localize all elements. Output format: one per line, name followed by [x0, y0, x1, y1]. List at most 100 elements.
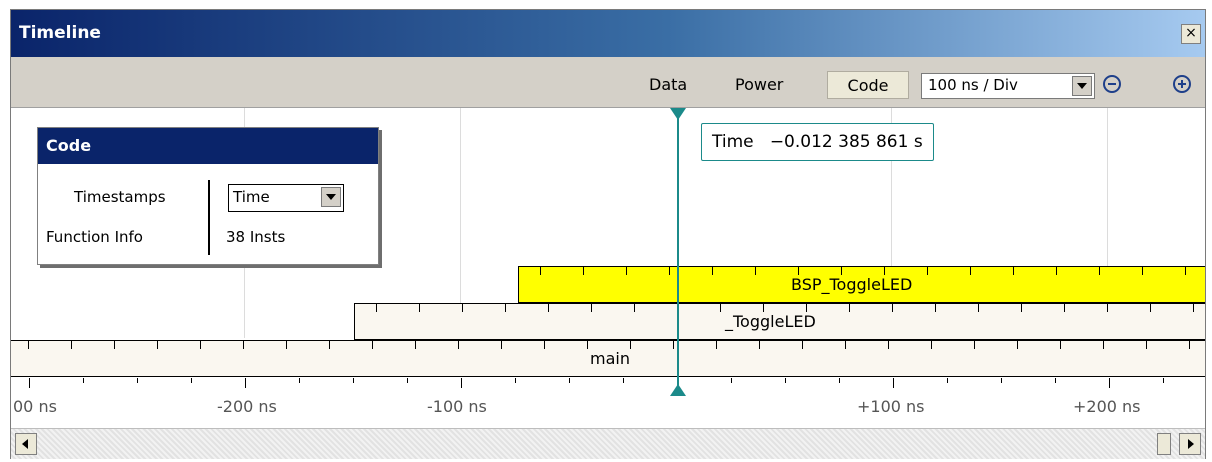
timeline-window: Timeline × Data Power Code 100 ns / Div …	[10, 9, 1206, 459]
bar-tick	[806, 304, 807, 312]
bar-tick	[587, 341, 588, 349]
bar-tick	[1056, 267, 1057, 275]
axis-tick	[299, 378, 300, 383]
axis-label: +100 ns	[857, 397, 925, 416]
axis-tick	[1001, 378, 1002, 383]
function-bar-main[interactable]: main	[11, 340, 1205, 377]
cursor-time-readout: Time −0.012 385 861 s	[701, 123, 934, 161]
bar-tick	[892, 304, 893, 312]
bar-label: _ToggleLED	[725, 312, 816, 331]
bar-tick	[1021, 304, 1022, 312]
axis-label: -100 ns	[427, 397, 487, 416]
scroll-right-button[interactable]	[1179, 433, 1201, 455]
bar-tick	[71, 341, 72, 349]
bar-tick	[1107, 304, 1108, 312]
axis-tick	[461, 378, 462, 388]
bar-tick	[372, 341, 373, 349]
code-panel-title: Code	[38, 128, 378, 164]
axis-tick	[1055, 378, 1056, 383]
axis-tick	[785, 378, 786, 383]
arrow-left-icon	[22, 439, 28, 449]
zoom-out-icon[interactable]	[1103, 75, 1121, 93]
zoom-select[interactable]: 100 ns / Div	[921, 73, 1095, 99]
time-cursor[interactable]	[677, 108, 679, 396]
function-bar-toggleled[interactable]: _ToggleLED	[354, 303, 1205, 340]
cursor-bottom-handle-icon[interactable]	[670, 384, 686, 396]
bar-tick	[935, 304, 936, 312]
timeline-canvas[interactable]: BSP_ToggleLED _ToggleLED main 00 ns -200…	[11, 108, 1205, 428]
axis-tick	[623, 378, 624, 383]
bar-tick	[1060, 341, 1061, 349]
bar-tick	[419, 304, 420, 312]
bar-tick	[329, 341, 330, 349]
zoom-in-icon[interactable]	[1173, 75, 1191, 93]
bar-tick	[1193, 304, 1194, 312]
tab-power[interactable]: Power	[735, 71, 783, 99]
bar-tick	[1064, 304, 1065, 312]
axis-tick	[569, 378, 570, 383]
tab-data[interactable]: Data	[649, 71, 687, 99]
bar-tick	[1189, 341, 1190, 349]
bar-tick	[755, 267, 756, 275]
bar-label: main	[590, 349, 630, 368]
bar-tick	[1013, 267, 1014, 275]
bar-tick	[376, 304, 377, 312]
bar-tick	[1146, 341, 1147, 349]
axis-tick	[353, 378, 354, 383]
bar-tick	[200, 341, 201, 349]
bar-tick	[286, 341, 287, 349]
timestamps-select[interactable]: Time	[228, 184, 344, 212]
bar-tick	[505, 304, 506, 312]
tab-code[interactable]: Code	[827, 71, 909, 99]
bar-tick	[849, 304, 850, 312]
bar-tick	[712, 267, 713, 275]
bar-tick	[763, 304, 764, 312]
bar-tick	[978, 304, 979, 312]
axis-tick	[731, 378, 732, 383]
toolbar: Data Power Code 100 ns / Div	[11, 57, 1205, 108]
axis-tick	[137, 378, 138, 383]
axis-tick	[839, 378, 840, 383]
bar-tick	[970, 267, 971, 275]
axis-tick	[83, 378, 84, 383]
bar-tick	[540, 267, 541, 275]
bar-tick	[634, 304, 635, 312]
timestamps-label: Timestamps	[74, 188, 166, 206]
bar-tick	[626, 267, 627, 275]
horizontal-scrollbar[interactable]	[11, 428, 1205, 459]
bar-label: BSP_ToggleLED	[791, 275, 913, 294]
scroll-left-button[interactable]	[15, 433, 37, 455]
code-panel: Code Timestamps Function Info Time 38 In…	[37, 127, 379, 265]
axis-tick	[245, 378, 246, 388]
bar-tick	[927, 267, 928, 275]
bar-tick	[114, 341, 115, 349]
bar-tick	[1103, 341, 1104, 349]
bar-tick	[974, 341, 975, 349]
window-title: Timeline	[19, 23, 101, 43]
bar-tick	[1017, 341, 1018, 349]
function-bar-bsp-toggleled[interactable]: BSP_ToggleLED	[518, 266, 1205, 303]
bar-tick	[720, 304, 721, 312]
cursor-top-handle-icon[interactable]	[670, 108, 686, 120]
axis-tick	[1163, 378, 1164, 383]
arrow-right-icon	[1188, 439, 1194, 449]
bar-tick	[884, 267, 885, 275]
bar-tick	[591, 304, 592, 312]
close-button[interactable]: ×	[1181, 24, 1201, 44]
bar-tick	[462, 304, 463, 312]
axis-tick	[191, 378, 192, 383]
axis-tick	[29, 378, 30, 388]
axis-tick	[1109, 378, 1110, 388]
chevron-down-icon[interactable]	[1072, 76, 1092, 96]
function-info-value: 38 Insts	[226, 228, 286, 246]
bar-tick	[798, 267, 799, 275]
bar-tick	[802, 341, 803, 349]
axis-label: +200 ns	[1073, 397, 1141, 416]
bar-tick	[548, 304, 549, 312]
chevron-down-icon[interactable]	[321, 187, 341, 207]
bar-tick	[931, 341, 932, 349]
scroll-thumb[interactable]	[1157, 433, 1171, 455]
bar-tick	[630, 341, 631, 349]
bar-tick	[157, 341, 158, 349]
bar-tick	[243, 341, 244, 349]
